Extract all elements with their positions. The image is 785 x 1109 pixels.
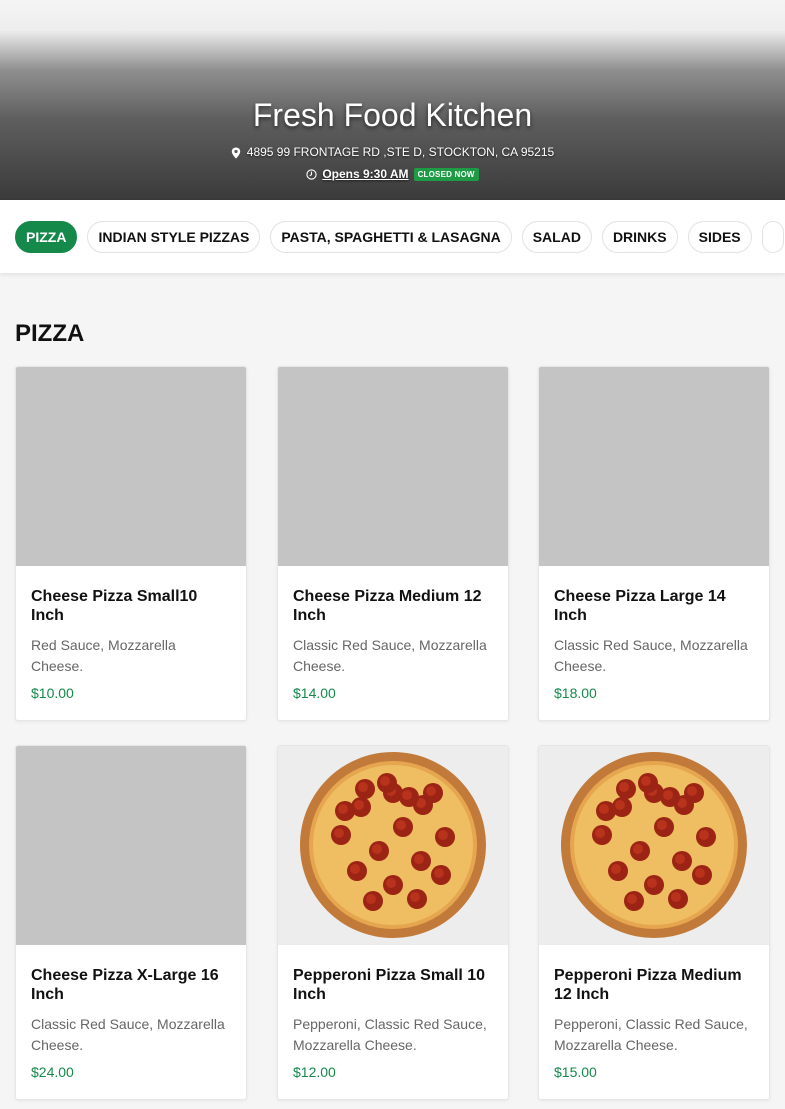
pepperoni-pizza-image xyxy=(539,746,769,945)
item-price: $10.00 xyxy=(31,685,74,701)
item-image-placeholder xyxy=(539,367,769,566)
item-details: Pepperoni Pizza Medium 12 Inch Pepperoni,… xyxy=(539,945,769,1080)
category-tab-salad[interactable]: SALAD xyxy=(521,220,592,253)
restaurant-address: 4895 99 FRONTAGE RD ,STE D, STOCKTON, CA… xyxy=(0,145,785,159)
item-description: Pepperoni, Classic Red Sauce, Mozzarella… xyxy=(554,1016,748,1053)
item-image-placeholder xyxy=(16,367,246,566)
menu-item-card[interactable]: Pepperoni Pizza Small 10 Inch Pepperoni, … xyxy=(277,745,509,1100)
menu-item-card[interactable]: Cheese Pizza Large 14 Inch Classic Red Sa… xyxy=(538,366,770,721)
item-description: Classic Red Sauce, Mozzarella Cheese. xyxy=(554,637,748,674)
item-price: $14.00 xyxy=(293,685,336,701)
pepperoni-pizza-image xyxy=(278,746,508,945)
map-pin-icon xyxy=(231,145,241,159)
item-image-placeholder xyxy=(16,746,246,945)
item-name: Cheese Pizza Large 14 Inch xyxy=(554,588,726,624)
item-image-placeholder xyxy=(278,367,508,566)
item-name: Cheese Pizza Small10 Inch xyxy=(31,588,198,624)
restaurant-header: Fresh Food Kitchen 4895 99 FRONTAGE RD ,… xyxy=(0,0,785,200)
menu-item-card[interactable]: Pepperoni Pizza Medium 12 Inch Pepperoni,… xyxy=(538,745,770,1100)
section-title: PIZZA xyxy=(15,320,85,347)
restaurant-hours: Opens 9:30 AM CLOSED NOW xyxy=(0,167,785,181)
item-price: $18.00 xyxy=(554,685,597,701)
item-details: Cheese Pizza Medium 12 Inch Classic Red S… xyxy=(278,566,508,701)
clock-icon xyxy=(306,167,317,181)
item-description: Pepperoni, Classic Red Sauce, Mozzarella… xyxy=(293,1016,487,1053)
category-tab-pizza[interactable]: PIZZA xyxy=(15,220,78,253)
item-price: $24.00 xyxy=(31,1064,74,1080)
item-description: Classic Red Sauce, Mozzarella Cheese. xyxy=(31,1016,225,1053)
item-description: Red Sauce, Mozzarella Cheese. xyxy=(31,637,176,674)
menu-item-card[interactable]: Cheese Pizza Small10 Inch Red Sauce, Mozz… xyxy=(15,366,247,721)
item-details: Pepperoni Pizza Small 10 Inch Pepperoni, … xyxy=(278,945,508,1080)
item-details: Cheese Pizza Small10 Inch Red Sauce, Mozz… xyxy=(16,566,246,701)
item-details: Cheese Pizza X-Large 16 Inch Classic Red … xyxy=(16,945,246,1080)
status-badge: CLOSED NOW xyxy=(413,167,479,181)
item-name: Cheese Pizza X-Large 16 Inch xyxy=(31,967,219,1003)
category-tab-pasta-spaghetti-lasagna[interactable]: PASTA, SPAGHETTI & LASAGNA xyxy=(270,220,512,253)
hours-link[interactable]: Opens 9:30 AM xyxy=(322,167,408,181)
item-name: Pepperoni Pizza Medium 12 Inch xyxy=(554,967,742,1003)
item-name: Cheese Pizza Medium 12 Inch xyxy=(293,588,482,624)
restaurant-name: Fresh Food Kitchen xyxy=(252,97,533,133)
item-price: $15.00 xyxy=(554,1064,597,1080)
address-text: 4895 99 FRONTAGE RD ,STE D, STOCKTON, CA… xyxy=(246,145,555,159)
category-tab-drinks[interactable]: DRINKS xyxy=(601,220,678,253)
menu-item-card[interactable]: Cheese Pizza Medium 12 Inch Classic Red S… xyxy=(277,366,509,721)
item-name: Pepperoni Pizza Small 10 Inch xyxy=(293,967,486,1003)
category-tab-sides[interactable]: SIDES xyxy=(687,220,752,253)
item-price: $12.00 xyxy=(293,1064,336,1080)
category-nav: PIZZA INDIAN STYLE PIZZAS PASTA, SPAGHETTI… xyxy=(0,200,785,273)
category-tab-indian-style-pizzas[interactable]: INDIAN STYLE PIZZAS xyxy=(87,220,261,253)
category-tab-more[interactable] xyxy=(761,220,784,253)
menu-item-card[interactable]: Cheese Pizza X-Large 16 Inch Classic Red … xyxy=(15,745,247,1100)
item-details: Cheese Pizza Large 14 Inch Classic Red Sa… xyxy=(539,566,769,701)
item-description: Classic Red Sauce, Mozzarella Cheese. xyxy=(293,637,487,674)
